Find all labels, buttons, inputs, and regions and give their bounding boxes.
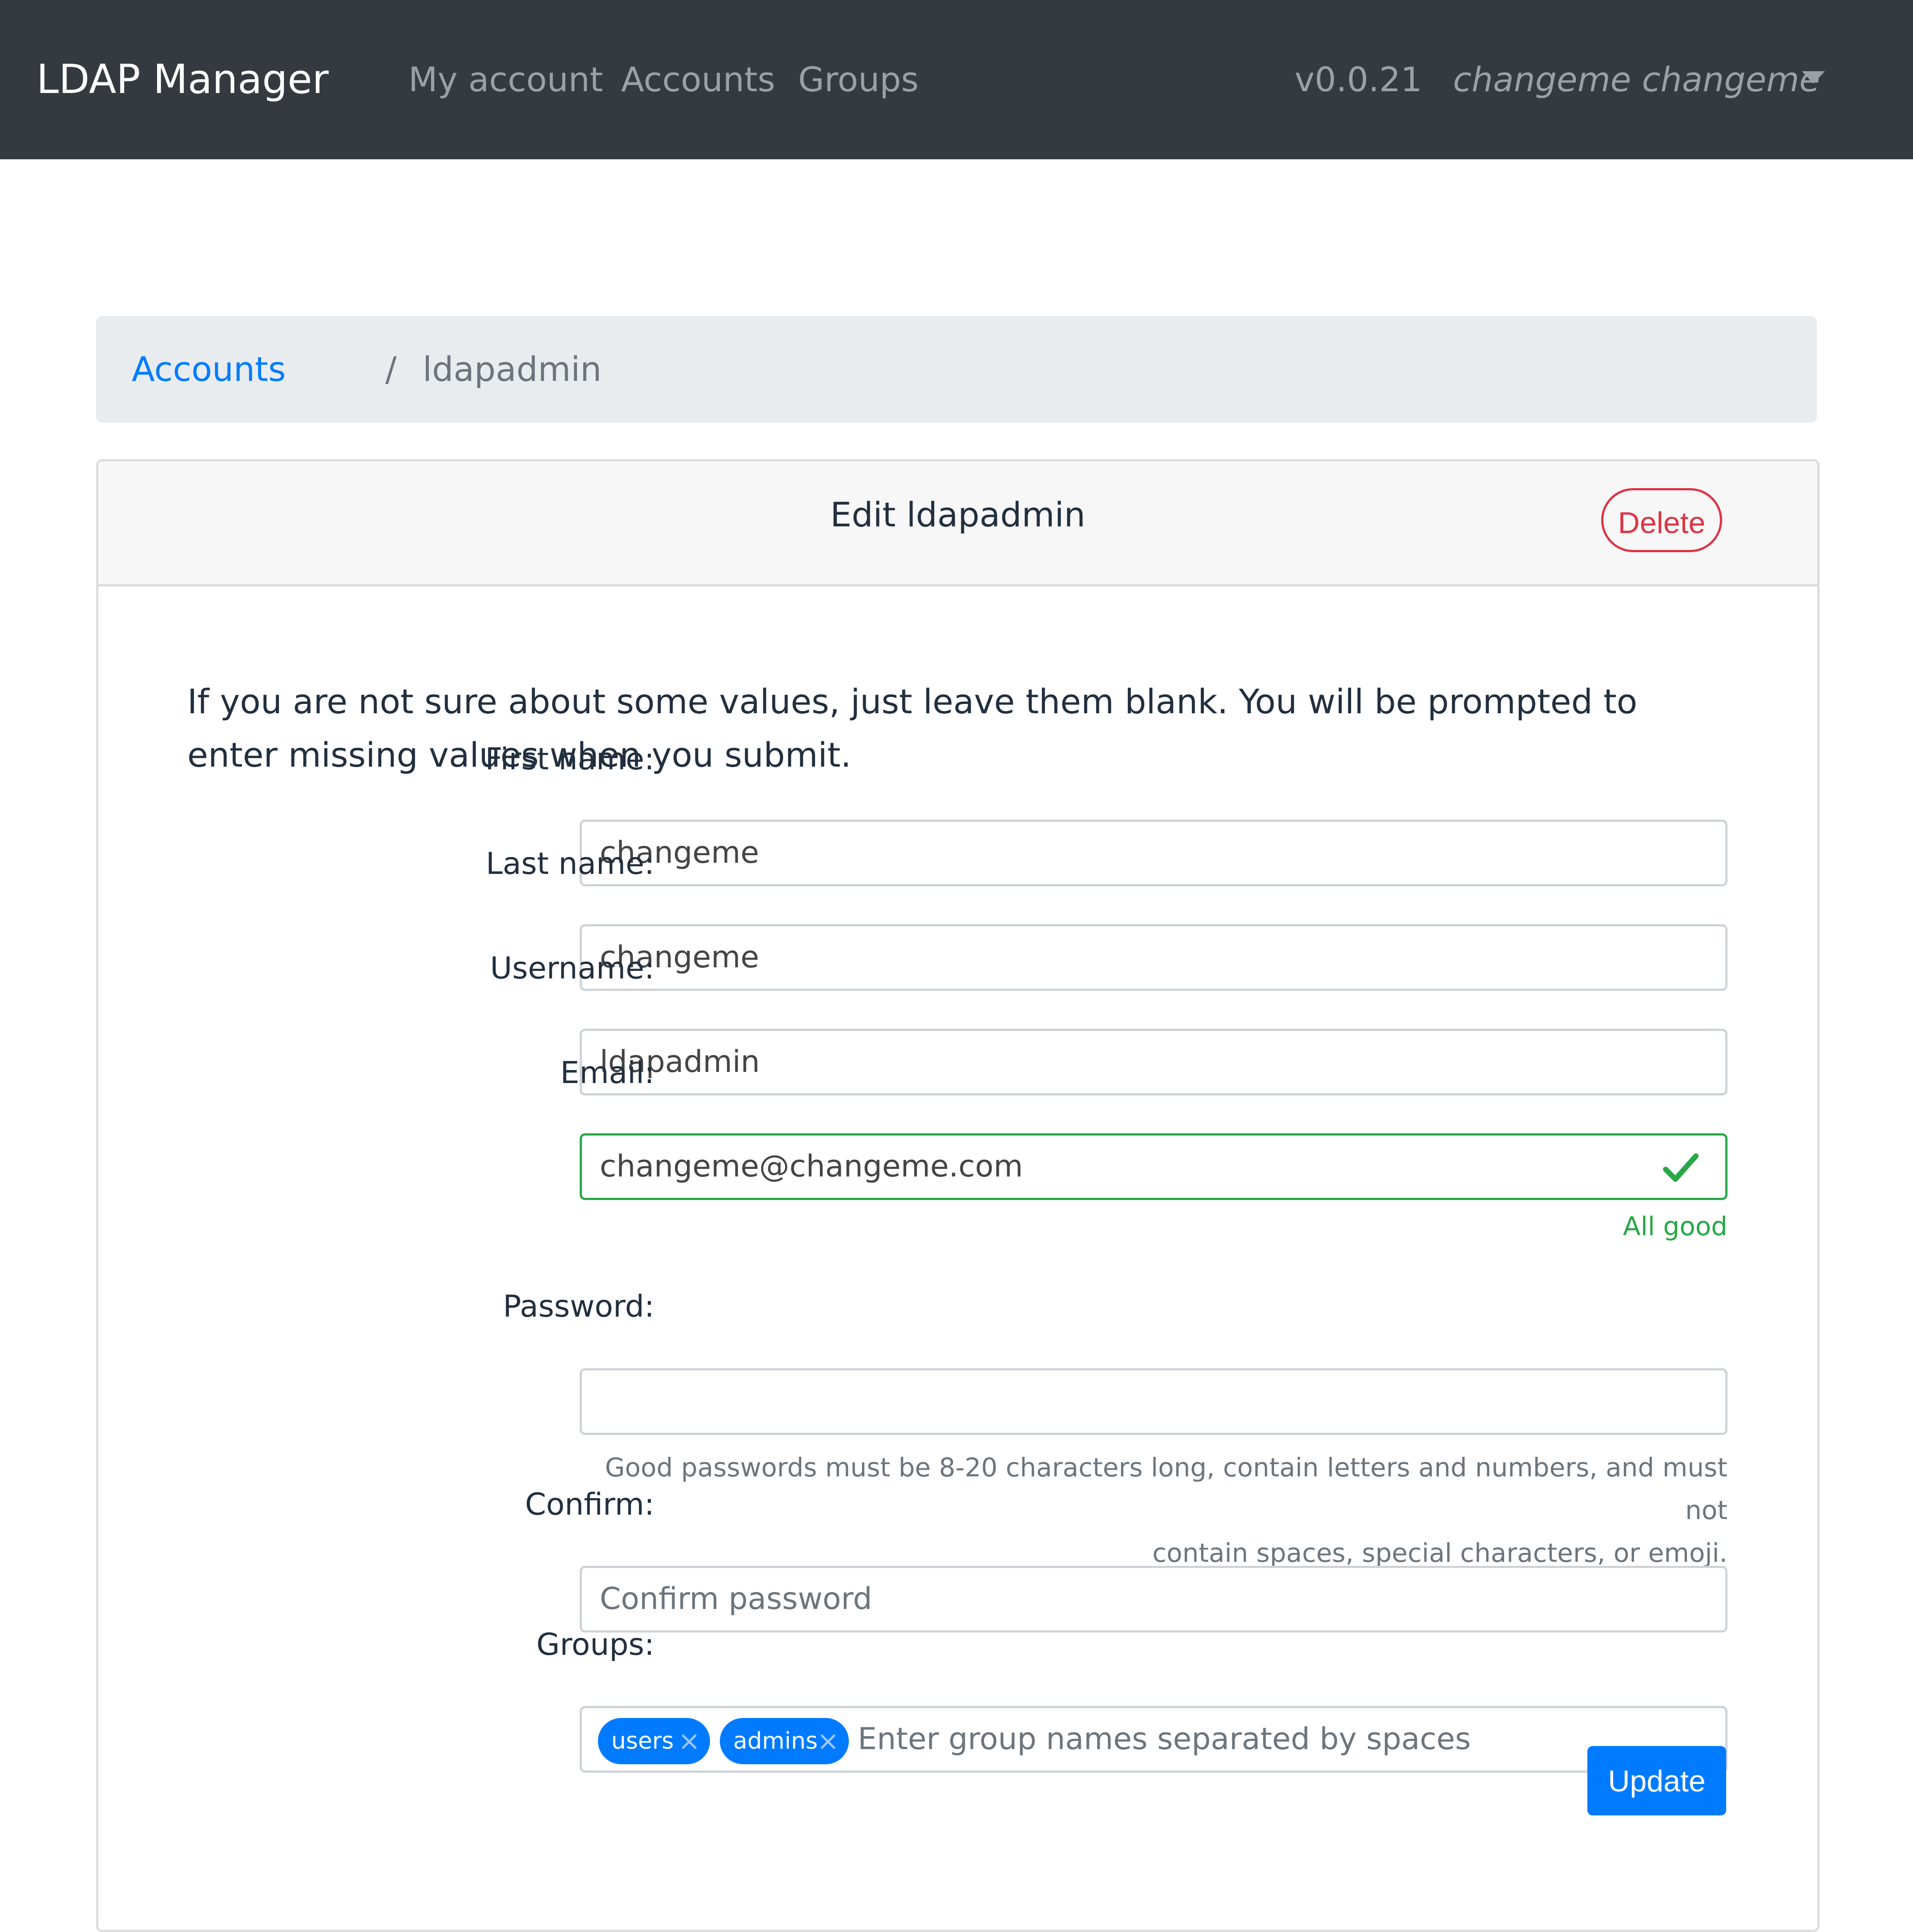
- first-name-input[interactable]: changeme: [580, 820, 1727, 886]
- last-name-input[interactable]: changeme: [580, 924, 1727, 991]
- update-button[interactable]: Update: [1587, 1746, 1726, 1815]
- user-menu-toggle[interactable]: changeme changeme: [1453, 0, 1820, 159]
- chevron-down-icon[interactable]: [1802, 71, 1825, 84]
- email-value: changeme@changeme.com: [600, 1149, 1023, 1184]
- password-label: Password:: [503, 1289, 654, 1324]
- breadcrumb-accounts-link[interactable]: Accounts: [132, 316, 286, 423]
- card-header: Edit ldapadmin Delete: [98, 461, 1817, 586]
- page-title: Edit ldapadmin: [830, 495, 1086, 534]
- breadcrumb: Accounts / ldapadmin: [96, 316, 1817, 423]
- email-valid-feedback: All good: [1623, 1211, 1727, 1241]
- edit-account-card: Edit ldapadmin Delete If you are not sur…: [96, 459, 1820, 1932]
- groups-label: Groups:: [536, 1627, 654, 1662]
- last-name-label: Last name:: [485, 846, 654, 881]
- first-name-label: First name:: [485, 742, 654, 777]
- confirm-label: Confirm:: [525, 1487, 654, 1522]
- email-input[interactable]: changeme@changeme.com: [580, 1133, 1727, 1200]
- nav-groups[interactable]: Groups: [798, 0, 919, 159]
- groups-placeholder: Enter group names separated by spaces: [858, 1722, 1471, 1757]
- username-input[interactable]: ldapadmin: [580, 1029, 1727, 1095]
- remove-tag-icon[interactable]: ×: [817, 1718, 839, 1764]
- brand-logo[interactable]: LDAP Manager: [36, 0, 329, 159]
- checkmark-icon: [1663, 1153, 1699, 1182]
- username-label: Username:: [490, 951, 654, 986]
- nav-accounts[interactable]: Accounts: [621, 0, 775, 159]
- groups-tag-input[interactable]: users × admins × Enter group names separ…: [580, 1706, 1727, 1773]
- password-help-text: Good passwords must be 8-20 characters l…: [580, 1446, 1727, 1574]
- group-tag-label: admins: [733, 1728, 818, 1754]
- breadcrumb-separator: /: [385, 349, 397, 389]
- delete-button[interactable]: Delete: [1601, 488, 1722, 552]
- group-tag-label: users: [611, 1728, 674, 1754]
- remove-tag-icon[interactable]: ×: [678, 1718, 700, 1764]
- breadcrumb-current: ldapadmin: [423, 349, 602, 389]
- password-help-line-1: Good passwords must be 8-20 characters l…: [605, 1452, 1727, 1525]
- group-tag-admins: admins ×: [720, 1718, 849, 1764]
- email-label: Email:: [560, 1055, 654, 1091]
- top-navbar: LDAP Manager My account Accounts Groups …: [0, 0, 1913, 159]
- password-input[interactable]: [580, 1368, 1727, 1435]
- version-label: v0.0.21: [1295, 60, 1422, 99]
- confirm-password-input[interactable]: Confirm password: [580, 1566, 1727, 1633]
- group-tag-users: users ×: [598, 1718, 710, 1764]
- confirm-placeholder: Confirm password: [600, 1581, 872, 1617]
- nav-my-account[interactable]: My account: [408, 0, 603, 159]
